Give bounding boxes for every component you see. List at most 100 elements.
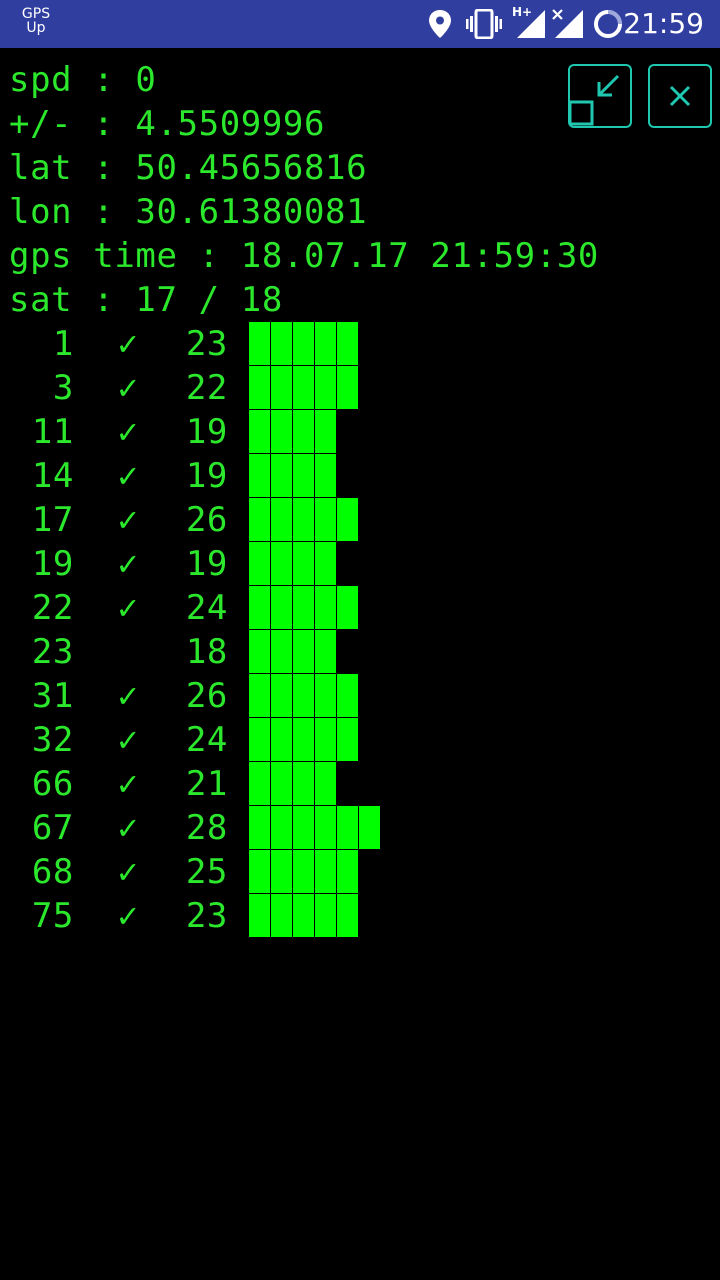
satellite-snr: 26 (185, 676, 228, 716)
signal-segment (249, 674, 270, 717)
signal-segment (337, 322, 358, 365)
signal-segment (337, 498, 358, 541)
signal-segment (271, 322, 292, 365)
collapse-window-icon (570, 74, 620, 126)
signal-segment (249, 894, 270, 937)
satellite-row: 32 ✓ 24 (0, 718, 720, 762)
satellite-id: 14 (31, 456, 74, 496)
satellite-used-check: ✓ (117, 324, 139, 364)
signal-segment (271, 498, 292, 541)
satellite-used-check (108, 630, 148, 674)
signal-segment (293, 586, 314, 629)
signal-segment (249, 850, 270, 893)
latitude-readout: lat : 50.45656816 (9, 148, 368, 188)
signal-segment (249, 630, 270, 673)
signal-segment (337, 586, 358, 629)
signal-segment (293, 322, 314, 365)
satellite-snr: 19 (185, 544, 228, 584)
signal-segment (337, 366, 358, 409)
signal-segment (271, 894, 292, 937)
signal-segment (249, 498, 270, 541)
satellite-row: 14 ✓ 19 (0, 454, 720, 498)
signal-segment (315, 410, 336, 453)
satellite-id: 19 (31, 544, 74, 584)
satellite-id: 23 (31, 632, 74, 672)
satellite-id: 67 (31, 808, 74, 848)
signal-segment (249, 542, 270, 585)
app-notification-icon: GPS Up (17, 7, 55, 35)
satellite-row: 67 ✓ 28 (0, 806, 720, 850)
sync-icon (593, 9, 623, 39)
signal-segment (249, 762, 270, 805)
signal-segment (315, 630, 336, 673)
satellite-snr: 25 (185, 852, 228, 892)
signal-segment (337, 850, 358, 893)
satellite-id: 3 (52, 368, 74, 408)
satellite-snr: 24 (185, 720, 228, 760)
satellite-count-readout: sat : 17 / 18 (9, 280, 283, 320)
signal-segment (271, 586, 292, 629)
signal-segment (315, 894, 336, 937)
satellite-row: 31 ✓ 26 (0, 674, 720, 718)
longitude-readout: lon : 30.61380081 (9, 192, 368, 232)
satellite-used-check: ✓ (117, 500, 139, 540)
satellite-snr: 23 (185, 324, 228, 364)
signal-segment (293, 674, 314, 717)
signal-segment (271, 410, 292, 453)
signal-segment (271, 850, 292, 893)
satellite-row: 68 ✓ 25 (0, 850, 720, 894)
signal-h-plus-icon: H+ (512, 5, 546, 39)
satellite-snr: 19 (185, 456, 228, 496)
signal-segment (293, 630, 314, 673)
satellite-used-check: ✓ (117, 808, 139, 848)
satellite-id: 17 (31, 500, 74, 540)
satellite-snr: 24 (185, 588, 228, 628)
satellite-id: 75 (31, 896, 74, 936)
signal-segment (249, 586, 270, 629)
signal-segment (293, 762, 314, 805)
satellite-used-check: ✓ (117, 544, 139, 584)
satellite-snr: 21 (185, 764, 228, 804)
satellite-used-check: ✓ (117, 368, 139, 408)
satellite-id: 22 (31, 588, 74, 628)
satellite-id: 1 (52, 324, 74, 364)
satellite-row: 22 ✓ 24 (0, 586, 720, 630)
network-label: H+ (512, 5, 533, 19)
satellite-snr: 22 (185, 368, 228, 408)
signal-segment (271, 542, 292, 585)
signal-segment (271, 718, 292, 761)
close-button[interactable] (648, 64, 712, 128)
signal-segment (315, 454, 336, 497)
satellite-snr: 19 (185, 412, 228, 452)
signal-segment (315, 586, 336, 629)
satellite-used-check: ✓ (117, 588, 139, 628)
speed-readout: spd : 0 (9, 60, 157, 100)
signal-segment (293, 806, 314, 849)
signal-segment (337, 718, 358, 761)
signal-segment (337, 894, 358, 937)
signal-segment (315, 674, 336, 717)
satellite-row: 11 ✓ 19 (0, 410, 720, 454)
satellite-used-check: ✓ (117, 412, 139, 452)
signal-segment (315, 806, 336, 849)
signal-segment (249, 718, 270, 761)
status-clock: 21:59 (623, 7, 704, 40)
app-tag-line1: GPS (21, 6, 51, 22)
satellite-snr: 28 (185, 808, 228, 848)
satellite-id: 31 (31, 676, 74, 716)
satellite-id: 11 (31, 412, 74, 452)
signal-segment (249, 322, 270, 365)
gps-time-readout: gps time : 18.07.17 21:59:30 (9, 236, 599, 276)
app-tag-line2: Up (26, 20, 46, 36)
signal-segment (293, 850, 314, 893)
vibrate-icon (466, 9, 502, 39)
signal-segment (271, 806, 292, 849)
minimize-button[interactable] (568, 64, 632, 128)
satellite-row: 1 ✓ 23 (0, 322, 720, 366)
satellite-id: 32 (31, 720, 74, 760)
signal-segment (293, 498, 314, 541)
satellite-row: 3 ✓ 22 (0, 366, 720, 410)
signal-segment (249, 806, 270, 849)
signal-segment (271, 366, 292, 409)
satellite-used-check: ✓ (117, 456, 139, 496)
